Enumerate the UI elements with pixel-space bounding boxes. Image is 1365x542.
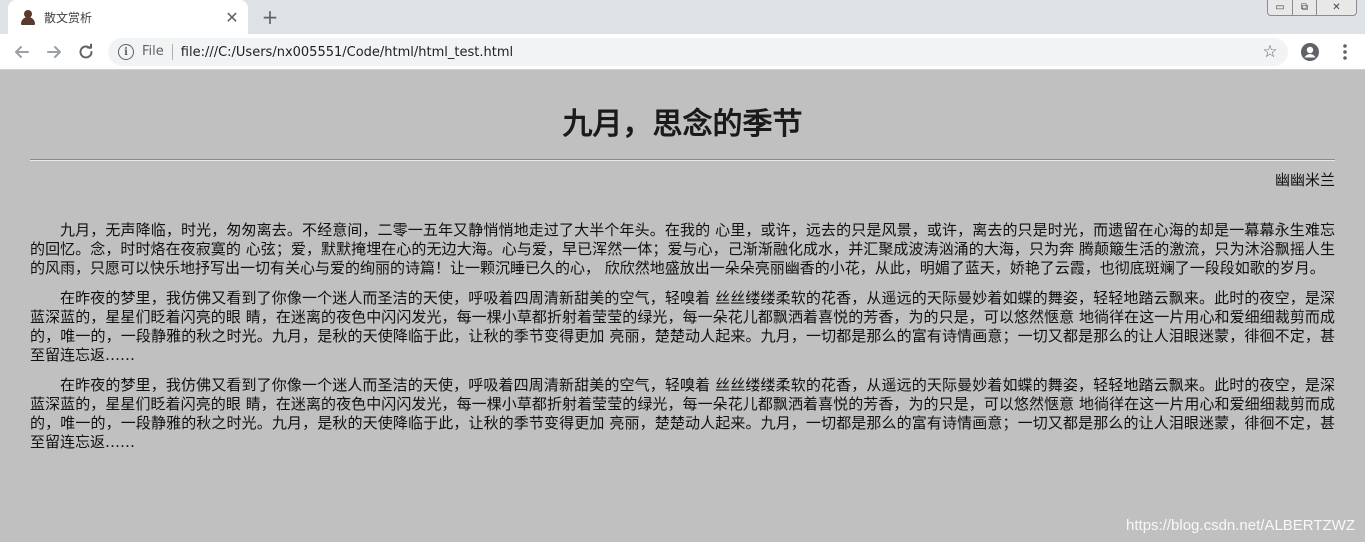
article-author: 幽幽米兰	[1274, 171, 1335, 189]
tab-title: 散文赏析	[44, 10, 93, 25]
browser-toolbar: i File file:///C:/Users/nx005551/Code/ht…	[0, 34, 1365, 70]
kebab-menu-icon[interactable]	[1335, 40, 1355, 64]
reload-icon[interactable]	[74, 40, 98, 64]
article-body: 九月，无声降临，时光，匆匆离去。不经意间，二零一五年又静悄悄地走过了大半个年头。…	[30, 221, 1335, 463]
back-arrow-icon[interactable]	[10, 40, 34, 64]
tab-strip: 散文赏析 ✕ + ▭ ⧉ ✕	[0, 0, 1365, 34]
bookmark-star-icon[interactable]: ☆	[1260, 42, 1280, 62]
profile-avatar-icon[interactable]	[1300, 42, 1320, 62]
window-close-icon[interactable]: ✕	[1316, 0, 1356, 15]
horizontal-rule	[30, 159, 1335, 161]
window-controls: ▭ ⧉ ✕	[1267, 0, 1357, 16]
address-bar[interactable]: i File file:///C:/Users/nx005551/Code/ht…	[108, 38, 1288, 66]
minimize-icon[interactable]: ▭	[1268, 0, 1292, 15]
article-paragraph: 在昨夜的梦里，我仿佛又看到了你像一个迷人而圣洁的天使，呼吸着四周清新甜美的空气，…	[30, 376, 1335, 451]
page-content: 九月，思念的季节 幽幽米兰 九月，无声降临，时光，匆匆离去。不经意间，二零一五年…	[0, 71, 1365, 542]
article-paragraph: 在昨夜的梦里，我仿佛又看到了你像一个迷人而圣洁的天使，呼吸着四周清新甜美的空气，…	[30, 289, 1335, 364]
watermark: https://blog.csdn.net/ALBERTZWZ	[1126, 517, 1355, 534]
tab-close-icon[interactable]: ✕	[222, 7, 242, 27]
article-paragraph: 九月，无声降临，时光，匆匆离去。不经意间，二零一五年又静悄悄地走过了大半个年头。…	[30, 221, 1335, 277]
person-favicon-icon	[20, 9, 36, 25]
forward-arrow-icon[interactable]	[42, 40, 66, 64]
browser-tab[interactable]: 散文赏析 ✕	[8, 0, 248, 34]
restore-icon[interactable]: ⧉	[1292, 0, 1316, 15]
url-text[interactable]: file:///C:/Users/nx005551/Code/html/html…	[173, 45, 513, 60]
article-title: 九月，思念的季节	[562, 107, 803, 142]
info-icon[interactable]: i	[118, 44, 134, 60]
scheme-label: File	[142, 44, 173, 60]
new-tab-button[interactable]: +	[258, 5, 282, 29]
